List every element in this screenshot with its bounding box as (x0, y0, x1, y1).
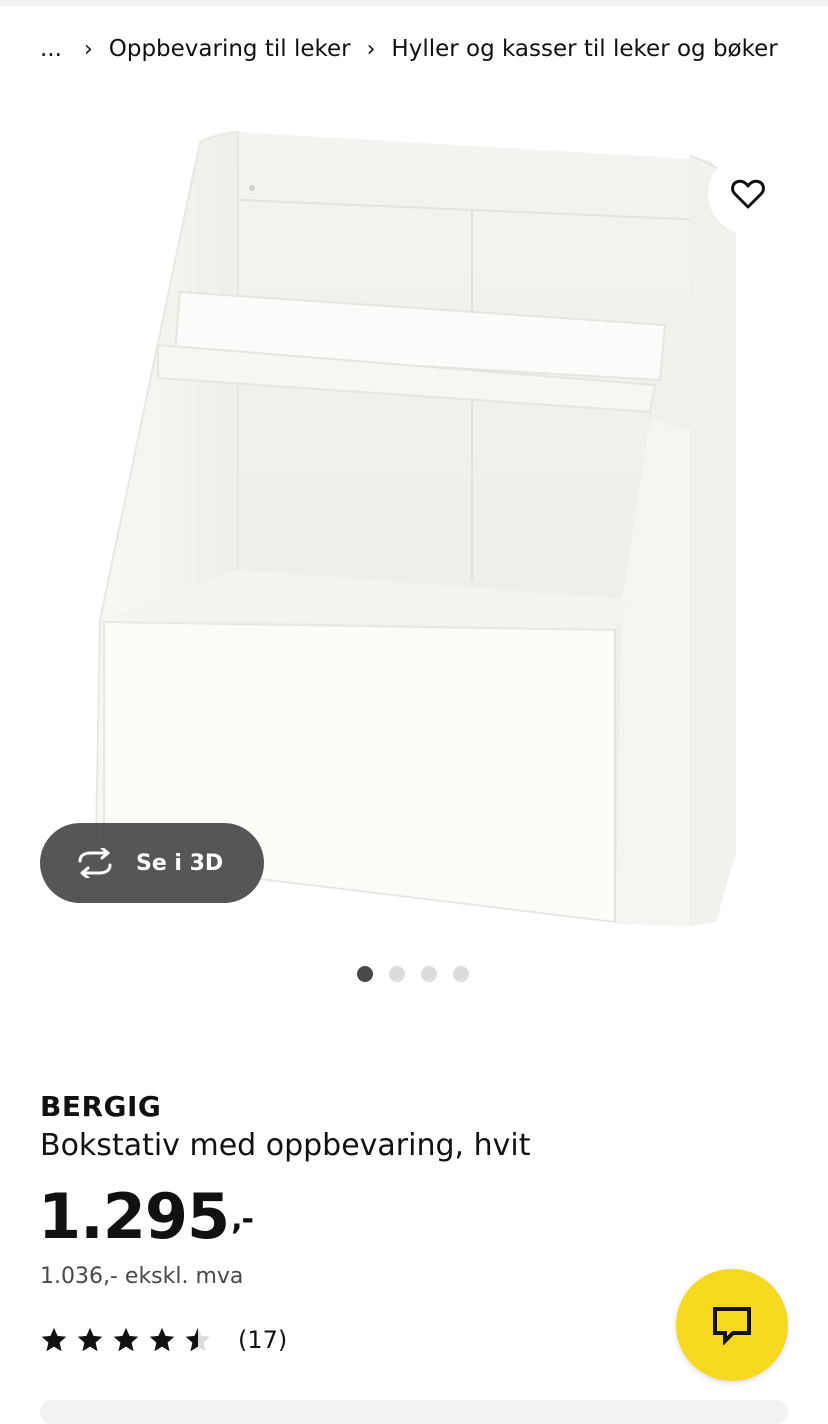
pagination-dot-2[interactable] (389, 966, 405, 982)
gallery-pagination (357, 966, 485, 982)
product-brand: BERGIG (40, 1090, 162, 1123)
rotate-3d-icon (74, 848, 120, 878)
pagination-dot-1[interactable] (357, 966, 373, 982)
rating-stars (40, 1326, 220, 1354)
star-icon (41, 1327, 67, 1352)
product-description: Bokstativ med oppbevaring, hvit (40, 1128, 531, 1163)
star-icon (77, 1327, 103, 1352)
favorite-button[interactable] (708, 154, 788, 234)
view-in-3d-button[interactable]: Se i 3D (40, 823, 264, 903)
price-ex-vat: 1.036,- ekskl. mva (40, 1264, 244, 1289)
pagination-dot-4[interactable] (453, 966, 469, 982)
breadcrumb-separator-icon: › (366, 36, 376, 62)
product-price: 1.295 ,- (38, 1180, 254, 1253)
review-count[interactable]: (17) (238, 1326, 287, 1354)
chat-button[interactable] (676, 1269, 788, 1381)
price-value: 1.295 (38, 1180, 230, 1253)
price-suffix: ,- (231, 1202, 254, 1237)
star-icon (113, 1327, 139, 1352)
breadcrumb-item-hyller[interactable]: Hyller og kasser til leker og bøker (391, 36, 777, 62)
bottom-panel-edge (40, 1400, 788, 1424)
breadcrumb-separator-icon: › (83, 36, 93, 62)
star-icon (149, 1327, 175, 1352)
pagination-dot-3[interactable] (421, 966, 437, 982)
star-half-icon (185, 1327, 211, 1352)
product-rating[interactable]: (17) (40, 1326, 287, 1354)
product-image-gallery[interactable]: Se i 3D (0, 100, 828, 950)
breadcrumb-ellipsis[interactable]: ... (40, 36, 62, 62)
breadcrumb-item-oppbevaring[interactable]: Oppbevaring til leker (109, 36, 351, 62)
chat-icon (713, 1307, 751, 1345)
top-divider (0, 0, 828, 6)
breadcrumb: ... › Oppbevaring til leker › Hyller og … (40, 30, 778, 68)
view-in-3d-label: Se i 3D (136, 850, 224, 876)
heart-icon (731, 179, 765, 209)
